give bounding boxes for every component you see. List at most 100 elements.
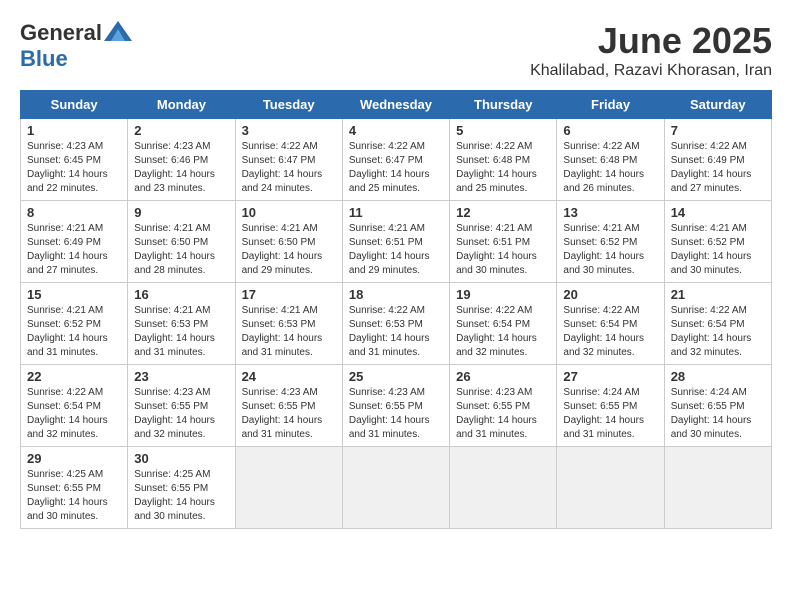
empty-cell — [235, 447, 342, 529]
day-number: 23 — [134, 369, 228, 384]
empty-cell — [557, 447, 664, 529]
day-number: 27 — [563, 369, 657, 384]
day-info: Sunrise: 4:23 AM Sunset: 6:45 PM Dayligh… — [27, 140, 121, 196]
day-number: 4 — [349, 123, 443, 138]
day-cell-26: 26 Sunrise: 4:23 AM Sunset: 6:55 PM Dayli… — [450, 365, 557, 447]
day-header-thursday: Thursday — [450, 91, 557, 119]
day-info: Sunrise: 4:21 AM Sunset: 6:52 PM Dayligh… — [563, 222, 657, 278]
day-number: 11 — [349, 205, 443, 220]
day-number: 12 — [456, 205, 550, 220]
day-cell-3: 3Sunrise: 4:22 AM Sunset: 6:47 PM Daylig… — [235, 119, 342, 201]
day-number: 5 — [456, 123, 550, 138]
day-cell-23: 23 Sunrise: 4:23 AM Sunset: 6:55 PM Dayli… — [128, 365, 235, 447]
day-cell-16: 16Sunrise: 4:21 AM Sunset: 6:53 PM Dayli… — [128, 283, 235, 365]
day-header-wednesday: Wednesday — [342, 91, 449, 119]
day-info: Sunrise: 4:23 AM Sunset: 6:55 PM Dayligh… — [242, 386, 336, 442]
day-cell-25: 25 Sunrise: 4:23 AM Sunset: 6:55 PM Dayli… — [342, 365, 449, 447]
day-cell-17: 17Sunrise: 4:21 AM Sunset: 6:53 PM Dayli… — [235, 283, 342, 365]
day-cell-19: 19Sunrise: 4:22 AM Sunset: 6:54 PM Dayli… — [450, 283, 557, 365]
day-info: Sunrise: 4:21 AM Sunset: 6:51 PM Dayligh… — [456, 222, 550, 278]
day-cell-12: 12 Sunrise: 4:21 AM Sunset: 6:51 PM Dayli… — [450, 201, 557, 283]
day-info: Sunrise: 4:21 AM Sunset: 6:53 PM Dayligh… — [134, 304, 228, 360]
day-cell-7: 7 Sunrise: 4:22 AM Sunset: 6:49 PM Daylig… — [664, 119, 771, 201]
logo: General Blue — [20, 20, 132, 72]
day-info: Sunrise: 4:25 AM Sunset: 6:55 PM Dayligh… — [27, 468, 121, 524]
day-info: Sunrise: 4:23 AM Sunset: 6:46 PM Dayligh… — [134, 140, 228, 196]
day-info: Sunrise: 4:22 AM Sunset: 6:48 PM Dayligh… — [563, 140, 657, 196]
week-row-2: 8 Sunrise: 4:21 AM Sunset: 6:49 PM Daylig… — [21, 201, 772, 283]
day-number: 25 — [349, 369, 443, 384]
day-info: Sunrise: 4:23 AM Sunset: 6:55 PM Dayligh… — [349, 386, 443, 442]
day-number: 8 — [27, 205, 121, 220]
day-info: Sunrise: 4:21 AM Sunset: 6:50 PM Dayligh… — [134, 222, 228, 278]
day-info: Sunrise: 4:21 AM Sunset: 6:52 PM Dayligh… — [671, 222, 765, 278]
day-info: Sunrise: 4:22 AM Sunset: 6:48 PM Dayligh… — [456, 140, 550, 196]
day-cell-4: 4 Sunrise: 4:22 AM Sunset: 6:47 PM Daylig… — [342, 119, 449, 201]
day-number: 10 — [242, 205, 336, 220]
page-header: General Blue June 2025 Khalilabad, Razav… — [20, 20, 772, 80]
day-cell-10: 10 Sunrise: 4:21 AM Sunset: 6:50 PM Dayli… — [235, 201, 342, 283]
day-header-friday: Friday — [557, 91, 664, 119]
day-cell-20: 20Sunrise: 4:22 AM Sunset: 6:54 PM Dayli… — [557, 283, 664, 365]
day-info: Sunrise: 4:21 AM Sunset: 6:52 PM Dayligh… — [27, 304, 121, 360]
empty-cell — [342, 447, 449, 529]
day-info: Sunrise: 4:21 AM Sunset: 6:51 PM Dayligh… — [349, 222, 443, 278]
logo-blue-text: Blue — [20, 46, 68, 72]
day-info: Sunrise: 4:22 AM Sunset: 6:54 PM Dayligh… — [671, 304, 765, 360]
logo-general-text: General — [20, 20, 102, 46]
week-row-3: 15 Sunrise: 4:21 AM Sunset: 6:52 PM Dayli… — [21, 283, 772, 365]
logo-icon — [104, 21, 132, 41]
day-header-tuesday: Tuesday — [235, 91, 342, 119]
day-info: Sunrise: 4:24 AM Sunset: 6:55 PM Dayligh… — [563, 386, 657, 442]
title-block: June 2025 Khalilabad, Razavi Khorasan, I… — [530, 20, 772, 80]
day-number: 3 — [242, 123, 336, 138]
day-cell-8: 8 Sunrise: 4:21 AM Sunset: 6:49 PM Daylig… — [21, 201, 128, 283]
week-row-1: 1Sunrise: 4:23 AM Sunset: 6:45 PM Daylig… — [21, 119, 772, 201]
day-cell-6: 6Sunrise: 4:22 AM Sunset: 6:48 PM Daylig… — [557, 119, 664, 201]
day-info: Sunrise: 4:21 AM Sunset: 6:50 PM Dayligh… — [242, 222, 336, 278]
day-cell-28: 28 Sunrise: 4:24 AM Sunset: 6:55 PM Dayli… — [664, 365, 771, 447]
day-cell-21: 21 Sunrise: 4:22 AM Sunset: 6:54 PM Dayli… — [664, 283, 771, 365]
day-header-sunday: Sunday — [21, 91, 128, 119]
day-info: Sunrise: 4:23 AM Sunset: 6:55 PM Dayligh… — [134, 386, 228, 442]
day-cell-30: 30Sunrise: 4:25 AM Sunset: 6:55 PM Dayli… — [128, 447, 235, 529]
day-info: Sunrise: 4:22 AM Sunset: 6:54 PM Dayligh… — [563, 304, 657, 360]
day-info: Sunrise: 4:22 AM Sunset: 6:49 PM Dayligh… — [671, 140, 765, 196]
day-cell-1: 1Sunrise: 4:23 AM Sunset: 6:45 PM Daylig… — [21, 119, 128, 201]
day-number: 14 — [671, 205, 765, 220]
day-cell-18: 18Sunrise: 4:22 AM Sunset: 6:53 PM Dayli… — [342, 283, 449, 365]
empty-cell — [450, 447, 557, 529]
day-info: Sunrise: 4:22 AM Sunset: 6:54 PM Dayligh… — [27, 386, 121, 442]
day-cell-5: 5 Sunrise: 4:22 AM Sunset: 6:48 PM Daylig… — [450, 119, 557, 201]
day-number: 29 — [27, 451, 121, 466]
day-number: 28 — [671, 369, 765, 384]
day-cell-24: 24 Sunrise: 4:23 AM Sunset: 6:55 PM Dayli… — [235, 365, 342, 447]
day-cell-13: 13 Sunrise: 4:21 AM Sunset: 6:52 PM Dayli… — [557, 201, 664, 283]
day-number: 26 — [456, 369, 550, 384]
day-number: 22 — [27, 369, 121, 384]
day-number: 2 — [134, 123, 228, 138]
day-number: 13 — [563, 205, 657, 220]
day-number: 21 — [671, 287, 765, 302]
day-number: 9 — [134, 205, 228, 220]
day-cell-9: 9 Sunrise: 4:21 AM Sunset: 6:50 PM Daylig… — [128, 201, 235, 283]
day-number: 19 — [456, 287, 550, 302]
day-header-monday: Monday — [128, 91, 235, 119]
day-cell-22: 22 Sunrise: 4:22 AM Sunset: 6:54 PM Dayli… — [21, 365, 128, 447]
day-cell-11: 11 Sunrise: 4:21 AM Sunset: 6:51 PM Dayli… — [342, 201, 449, 283]
day-info: Sunrise: 4:22 AM Sunset: 6:47 PM Dayligh… — [349, 140, 443, 196]
day-number: 15 — [27, 287, 121, 302]
day-info: Sunrise: 4:24 AM Sunset: 6:55 PM Dayligh… — [671, 386, 765, 442]
day-number: 24 — [242, 369, 336, 384]
day-cell-15: 15 Sunrise: 4:21 AM Sunset: 6:52 PM Dayli… — [21, 283, 128, 365]
calendar-table: SundayMondayTuesdayWednesdayThursdayFrid… — [20, 90, 772, 529]
month-title: June 2025 — [530, 20, 772, 62]
day-info: Sunrise: 4:23 AM Sunset: 6:55 PM Dayligh… — [456, 386, 550, 442]
day-header-saturday: Saturday — [664, 91, 771, 119]
empty-cell — [664, 447, 771, 529]
day-number: 30 — [134, 451, 228, 466]
week-row-4: 22 Sunrise: 4:22 AM Sunset: 6:54 PM Dayli… — [21, 365, 772, 447]
day-info: Sunrise: 4:21 AM Sunset: 6:49 PM Dayligh… — [27, 222, 121, 278]
day-info: Sunrise: 4:21 AM Sunset: 6:53 PM Dayligh… — [242, 304, 336, 360]
day-number: 7 — [671, 123, 765, 138]
